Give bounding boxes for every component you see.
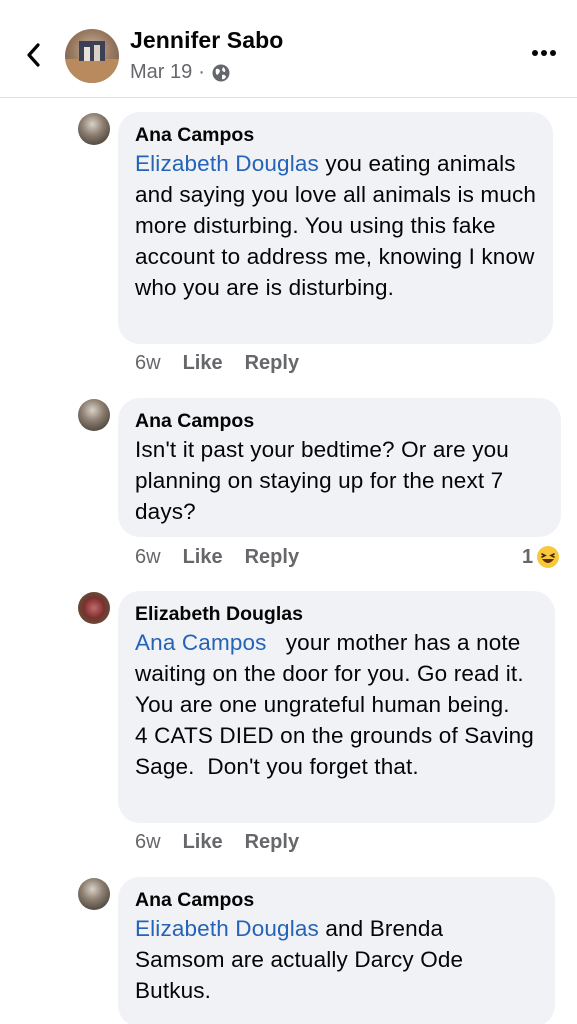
comment-author[interactable]: Elizabeth Douglas [135, 602, 539, 627]
reply-button[interactable]: Reply [245, 352, 299, 375]
chevron-left-icon [27, 43, 40, 67]
mention-link[interactable]: Elizabeth Douglas [135, 151, 319, 176]
post-header: Jennifer Sabo Mar 19 · [0, 0, 577, 98]
reply-button[interactable]: Reply [245, 546, 299, 569]
like-button[interactable]: Like [183, 546, 223, 569]
comment-bubble: Elizabeth Douglas Ana Campos your mother… [118, 591, 555, 823]
comment-text: Ana Campos your mother has a note waitin… [135, 630, 543, 779]
comment-actions: 6w Like Reply [135, 546, 299, 569]
comment-text: Elizabeth Douglas you eating animals and… [135, 151, 537, 300]
globe-icon [212, 64, 230, 81]
commenter-avatar[interactable] [78, 399, 110, 431]
commenter-avatar[interactable] [78, 878, 110, 910]
comment-text: Isn't it past your bedtime? Or are you p… [135, 437, 509, 524]
comment-time: 6w [135, 546, 161, 568]
reaction-count: 1 [522, 545, 534, 568]
comment-time: 6w [135, 831, 161, 853]
commenter-avatar[interactable] [78, 592, 110, 624]
post-date[interactable]: Mar 19 [130, 61, 192, 84]
post-meta: Mar 19 · [130, 61, 231, 84]
mention-link[interactable]: Ana Campos [135, 630, 267, 655]
back-button[interactable] [18, 38, 48, 72]
author-name[interactable]: Jennifer Sabo [130, 27, 283, 54]
comment-author[interactable]: Ana Campos [135, 123, 537, 148]
commenter-avatar[interactable] [78, 113, 110, 145]
mention-link[interactable]: Elizabeth Douglas [135, 916, 319, 941]
comment-bubble: Ana Campos Elizabeth Douglas you eating … [118, 112, 553, 344]
comment-text: Elizabeth Douglas and Brenda Samsom are … [135, 916, 464, 1003]
comment-author[interactable]: Ana Campos [135, 409, 545, 434]
comment-actions: 6w Like Reply [135, 831, 299, 854]
comment-author[interactable]: Ana Campos [135, 888, 539, 913]
meta-separator: · [198, 61, 205, 83]
reply-button[interactable]: Reply [245, 831, 299, 854]
haha-reaction-icon [537, 546, 560, 568]
comment-time: 6w [135, 352, 161, 374]
author-avatar[interactable] [65, 29, 119, 83]
reaction-summary[interactable]: 1 [522, 545, 560, 569]
more-options-button[interactable] [529, 41, 559, 65]
like-button[interactable]: Like [183, 831, 223, 854]
comment-bubble: Ana Campos Elizabeth Douglas and Brenda … [118, 877, 555, 1024]
more-horizontal-icon [532, 50, 556, 56]
comment-actions: 6w Like Reply [135, 352, 299, 375]
like-button[interactable]: Like [183, 352, 223, 375]
comment-bubble: Ana Campos Isn't it past your bedtime? O… [118, 398, 561, 537]
